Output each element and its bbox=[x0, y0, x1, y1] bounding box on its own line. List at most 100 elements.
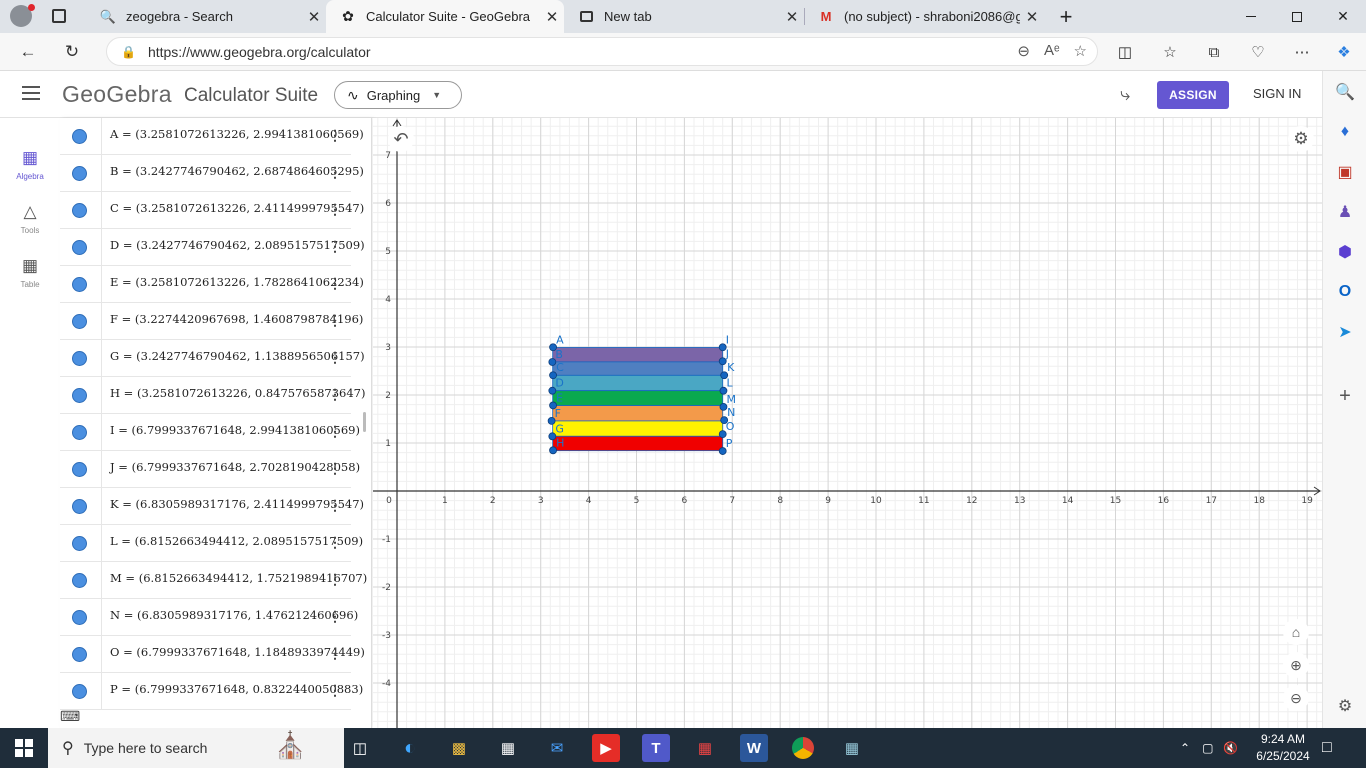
graph-canvas[interactable]: 0 1 2 3 4 5 6 7 8 9 10 11 12 13 14 15 16 17 18 19-4-3-2-112… bbox=[373, 118, 1322, 728]
color-band-polygon[interactable] bbox=[552, 374, 724, 392]
copilot-icon[interactable]: ❖ bbox=[1332, 41, 1356, 63]
point-visibility-marble[interactable] bbox=[72, 314, 87, 329]
nav-algebra[interactable]: ▦ Algebra bbox=[0, 148, 60, 181]
algebra-row[interactable]: F = (3.2274420967698, 1.4608798784196) ⋮ bbox=[60, 303, 363, 340]
algebra-expression[interactable]: B = (3.2427746790462, 2.6874864605295) bbox=[110, 164, 364, 178]
add-sidebar-app-icon[interactable]: + bbox=[1334, 385, 1356, 407]
favorites-icon[interactable]: ☆ bbox=[1158, 41, 1182, 63]
zoom-in-icon[interactable]: ⊕ bbox=[1283, 652, 1309, 678]
algebra-row[interactable]: L = (6.8152663494412, 2.0895157517509) ⋮ bbox=[60, 525, 363, 562]
algebra-expression[interactable]: A = (3.2581072613226, 2.9941381060569) bbox=[110, 127, 364, 141]
color-band-polygon[interactable] bbox=[552, 435, 724, 452]
algebra-row[interactable]: P = (6.7999337671648, 0.8322440050883) ⋮ bbox=[60, 673, 363, 710]
visibility-toggle[interactable] bbox=[60, 525, 102, 562]
file-explorer-icon[interactable]: ▩ bbox=[445, 734, 473, 762]
item-options-icon[interactable]: ⋮ bbox=[328, 238, 342, 255]
visibility-toggle[interactable] bbox=[60, 155, 102, 192]
algebra-row[interactable]: K = (6.8305989317176, 2.4114999795547) ⋮ bbox=[60, 488, 364, 525]
back-arrow-icon[interactable]: ← bbox=[16, 41, 40, 63]
algebra-expression[interactable]: D = (3.2427746790462, 2.0895157517509) bbox=[110, 238, 365, 252]
algebra-expression[interactable]: F = (3.2274420967698, 1.4608798784196) bbox=[110, 312, 363, 326]
nav-table[interactable]: ▦ Table bbox=[0, 256, 60, 289]
close-tab-icon[interactable]: ✕ bbox=[780, 8, 804, 26]
games-icon[interactable]: ♟ bbox=[1334, 201, 1356, 223]
windows-start-button[interactable] bbox=[0, 728, 48, 768]
algebra-row[interactable]: A = (3.2581072613226, 2.9941381060569) ⋮ bbox=[60, 118, 364, 155]
notifications-icon[interactable]: □ bbox=[1322, 728, 1332, 768]
point-visibility-marble[interactable] bbox=[72, 277, 87, 292]
new-tab-button[interactable]: + bbox=[1044, 0, 1088, 33]
microsoft-store-icon[interactable]: ▦ bbox=[494, 734, 522, 762]
app-mode-dropdown[interactable]: ∿ Graphing ▼ bbox=[334, 81, 462, 109]
visibility-toggle[interactable] bbox=[60, 303, 102, 340]
zoom-out-icon[interactable]: ⊖ bbox=[1017, 42, 1030, 60]
point-visibility-marble[interactable] bbox=[72, 610, 87, 625]
search-icon[interactable]: 🔍 bbox=[1334, 81, 1356, 103]
algebra-expression[interactable]: O = (6.7999337671648, 1.1848933974449) bbox=[110, 645, 365, 659]
point-visibility-marble[interactable] bbox=[72, 462, 87, 477]
point-visibility-marble[interactable] bbox=[72, 573, 87, 588]
algebra-expression[interactable]: E = (3.2581072613226, 1.7828641062234) bbox=[110, 275, 364, 289]
geogebra-logo[interactable]: GeoGebra bbox=[62, 81, 172, 108]
nav-tools[interactable]: △ Tools bbox=[0, 202, 60, 235]
mail-icon[interactable]: ✉ bbox=[543, 734, 571, 762]
task-view-icon[interactable]: ◫ bbox=[346, 734, 374, 762]
algebra-expression[interactable]: N = (6.8305989317176, 1.476212460696) bbox=[110, 608, 358, 622]
visibility-toggle[interactable] bbox=[60, 636, 102, 673]
algebra-row[interactable]: D = (3.2427746790462, 2.0895157517509) ⋮ bbox=[60, 229, 365, 266]
point-visibility-marble[interactable] bbox=[72, 351, 87, 366]
tab-new-tab[interactable]: New tab ✕ bbox=[564, 0, 804, 33]
close-window-button[interactable]: ✕ bbox=[1320, 0, 1366, 33]
algebra-row[interactable]: I = (6.7999337671648, 2.9941381060569) ⋮ bbox=[60, 414, 360, 451]
visibility-toggle[interactable] bbox=[60, 673, 102, 710]
algebra-expression[interactable]: G = (3.2427746790462, 1.1388956506157) bbox=[110, 349, 365, 363]
share-icon[interactable]: ⤷ bbox=[1120, 84, 1130, 105]
calculator-app-icon[interactable]: ▦ bbox=[838, 734, 866, 762]
restore-button[interactable] bbox=[1274, 0, 1320, 33]
algebra-expression[interactable]: C = (3.2581072613226, 2.4114999795547) bbox=[110, 201, 364, 215]
tab-geogebra[interactable]: ✿ Calculator Suite - GeoGebra ✕ bbox=[326, 0, 564, 33]
tab-gmail[interactable]: M (no subject) - shraboni2086@gm ✕ bbox=[804, 0, 1044, 33]
item-options-icon[interactable]: ⋮ bbox=[328, 312, 342, 329]
collections-icon[interactable]: ⧉ bbox=[1202, 41, 1226, 63]
chevron-up-icon[interactable]: ⌃ bbox=[1180, 741, 1190, 755]
volume-muted-icon[interactable]: 🔇 bbox=[1223, 741, 1238, 755]
split-screen-icon[interactable]: ◫ bbox=[1113, 41, 1137, 63]
algebra-expression[interactable]: I = (6.7999337671648, 2.9941381060569) bbox=[110, 423, 360, 437]
copilot-hex-icon[interactable]: ⬢ bbox=[1334, 241, 1356, 263]
visibility-toggle[interactable] bbox=[60, 599, 102, 636]
item-options-icon[interactable]: ⋮ bbox=[328, 423, 342, 440]
close-tab-icon[interactable]: ✕ bbox=[302, 8, 326, 26]
point-visibility-marble[interactable] bbox=[72, 684, 87, 699]
point-visibility-marble[interactable] bbox=[72, 203, 87, 218]
minimize-button[interactable] bbox=[1228, 0, 1274, 33]
color-band-polygon[interactable] bbox=[552, 347, 724, 363]
teams-icon[interactable]: T bbox=[642, 734, 670, 762]
hamburger-menu-icon[interactable] bbox=[22, 86, 40, 100]
tools-briefcase-icon[interactable]: ▣ bbox=[1334, 161, 1356, 183]
algebra-row[interactable]: H = (3.2581072613226, 0.8475765873647) ⋮ bbox=[60, 377, 365, 414]
color-band-polygon[interactable] bbox=[552, 361, 724, 376]
visibility-toggle[interactable] bbox=[60, 562, 102, 599]
item-options-icon[interactable]: ⋮ bbox=[328, 645, 342, 662]
taskbar-clock[interactable]: 9:24 AM 6/25/2024 bbox=[1252, 731, 1314, 765]
visibility-toggle[interactable] bbox=[60, 266, 102, 303]
visibility-toggle[interactable] bbox=[60, 451, 102, 488]
item-options-icon[interactable]: ⋮ bbox=[328, 349, 342, 366]
refresh-icon[interactable]: ↻ bbox=[60, 41, 84, 63]
point-visibility-marble[interactable] bbox=[72, 388, 87, 403]
point-visibility-marble[interactable] bbox=[72, 129, 87, 144]
algebra-row[interactable]: E = (3.2581072613226, 1.7828641062234) ⋮ bbox=[60, 266, 364, 303]
visibility-toggle[interactable] bbox=[60, 118, 102, 155]
read-aloud-icon[interactable]: Aᵉ bbox=[1044, 42, 1060, 60]
edge-taskbar-icon[interactable]: ◐ bbox=[396, 734, 424, 762]
close-tab-icon[interactable]: ✕ bbox=[540, 8, 564, 26]
item-options-icon[interactable]: ⋮ bbox=[328, 608, 342, 625]
point-visibility-marble[interactable] bbox=[72, 166, 87, 181]
item-options-icon[interactable]: ⋮ bbox=[328, 275, 342, 292]
color-band-polygon[interactable] bbox=[552, 405, 724, 422]
assign-button[interactable]: ASSIGN bbox=[1157, 81, 1229, 109]
youtube-icon[interactable]: ▶ bbox=[592, 734, 620, 762]
visibility-toggle[interactable] bbox=[60, 340, 102, 377]
item-options-icon[interactable]: ⋮ bbox=[328, 386, 342, 403]
